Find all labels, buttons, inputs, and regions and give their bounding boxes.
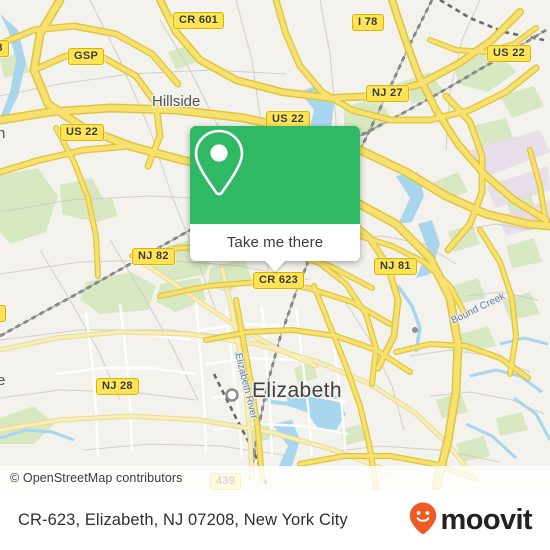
road-shield[interactable]: NJ 82 bbox=[132, 248, 175, 265]
location-popup-card[interactable]: Take me there bbox=[190, 126, 360, 272]
moovit-logo[interactable]: moovit bbox=[408, 501, 533, 540]
footer-bar: CR-623, Elizabeth, NJ 07208, New York Ci… bbox=[0, 490, 550, 550]
road-shield[interactable]: GSP bbox=[68, 48, 105, 65]
road-shield[interactable]: NJ 81 bbox=[374, 258, 417, 275]
road-shield-cr623[interactable]: CR 623 bbox=[253, 272, 305, 289]
road-shield[interactable]: US 22 bbox=[60, 124, 105, 141]
place-label-clipped-west: n bbox=[0, 125, 6, 142]
road-shield[interactable]: 8 bbox=[0, 305, 7, 322]
road-shield[interactable]: NJ 27 bbox=[366, 85, 409, 102]
attribution-text: © OpenStreetMap contributors bbox=[10, 471, 183, 485]
location-title: CR-623, Elizabeth, NJ 07208, New York Ci… bbox=[18, 510, 348, 529]
place-label-hillside: Hillside bbox=[152, 93, 201, 110]
place-label-clipped-southwest: e bbox=[0, 372, 6, 389]
map-attribution[interactable]: © OpenStreetMap contributors bbox=[0, 466, 550, 490]
road-shield[interactable]: I 78 bbox=[352, 14, 384, 31]
road-shield[interactable]: 78 bbox=[0, 40, 9, 57]
road-shield[interactable]: US 22 bbox=[487, 45, 532, 62]
road-shield[interactable]: CR 601 bbox=[173, 12, 225, 29]
moovit-pin-smiley-icon bbox=[408, 501, 438, 540]
moovit-map-screen: 78 GSP CR 601 I 78 US 22 NJ 27 US 22 US … bbox=[0, 0, 550, 550]
road-shield[interactable]: NJ 28 bbox=[96, 378, 139, 395]
popup-tail-pointer bbox=[264, 260, 286, 272]
place-label-elizabeth: Elizabeth bbox=[252, 379, 342, 402]
popup-header bbox=[190, 126, 360, 224]
map-canvas[interactable]: 78 GSP CR 601 I 78 US 22 NJ 27 US 22 US … bbox=[0, 0, 550, 490]
take-me-there-label: Take me there bbox=[226, 234, 324, 251]
moovit-wordmark: moovit bbox=[440, 503, 533, 536]
popup-action[interactable]: Take me there bbox=[190, 224, 360, 272]
